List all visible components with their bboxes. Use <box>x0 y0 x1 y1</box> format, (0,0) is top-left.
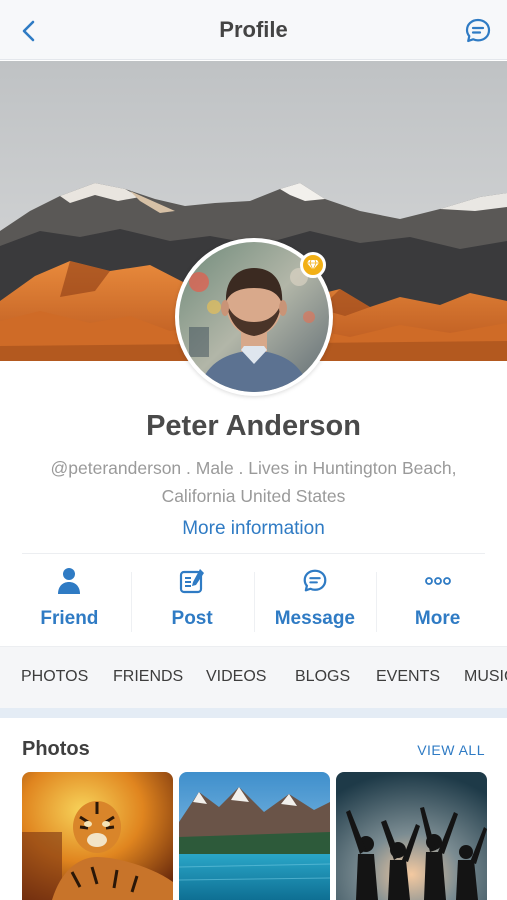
photo-thumbnail-tiger[interactable] <box>22 772 173 900</box>
view-all-link[interactable]: VIEW ALL <box>417 742 485 758</box>
chat-icon <box>303 569 327 592</box>
ellipsis-icon <box>424 577 451 585</box>
profile-actions: Friend Post Message More <box>8 566 499 642</box>
vip-badge <box>300 252 326 278</box>
diamond-icon <box>307 259 319 271</box>
photo-grid <box>22 772 487 900</box>
person-icon <box>58 568 81 594</box>
divider <box>22 553 485 554</box>
friend-label: Friend <box>40 608 99 629</box>
chat-bubble-icon <box>465 18 491 43</box>
tab-friends[interactable]: FRIENDS <box>113 668 183 686</box>
friend-button[interactable]: Friend <box>8 566 131 642</box>
more-information-link[interactable]: More information <box>0 518 507 540</box>
post-label: Post <box>171 608 213 629</box>
tab-blogs[interactable]: BLOGS <box>295 668 350 686</box>
edit-post-icon <box>180 569 205 594</box>
tab-music[interactable]: MUSIC <box>464 668 507 686</box>
profile-name: Peter Anderson <box>146 410 361 442</box>
post-button[interactable]: Post <box>130 566 254 642</box>
profile-tabs: PHOTOS FRIENDS VIDEOS BLOGS EVENTS MUSIC <box>0 646 507 708</box>
photos-section-title: Photos <box>22 738 90 760</box>
tab-videos[interactable]: VIDEOS <box>206 668 266 686</box>
message-label: Message <box>274 608 356 629</box>
more-button[interactable]: More <box>376 566 499 642</box>
page-title: Profile <box>219 17 288 42</box>
chat-button[interactable] <box>463 16 493 46</box>
photo-thumbnail-lake[interactable] <box>179 772 330 900</box>
top-bar: Profile <box>0 0 507 60</box>
more-label: More <box>414 608 461 629</box>
message-button[interactable]: Message <box>253 566 377 642</box>
tab-events[interactable]: EVENTS <box>376 668 440 686</box>
tab-photos[interactable]: PHOTOS <box>21 668 88 686</box>
photo-thumbnail-party[interactable] <box>336 772 487 900</box>
section-separator <box>0 708 507 718</box>
profile-bio: @peteranderson . Male . Lives in Hunting… <box>50 458 457 506</box>
